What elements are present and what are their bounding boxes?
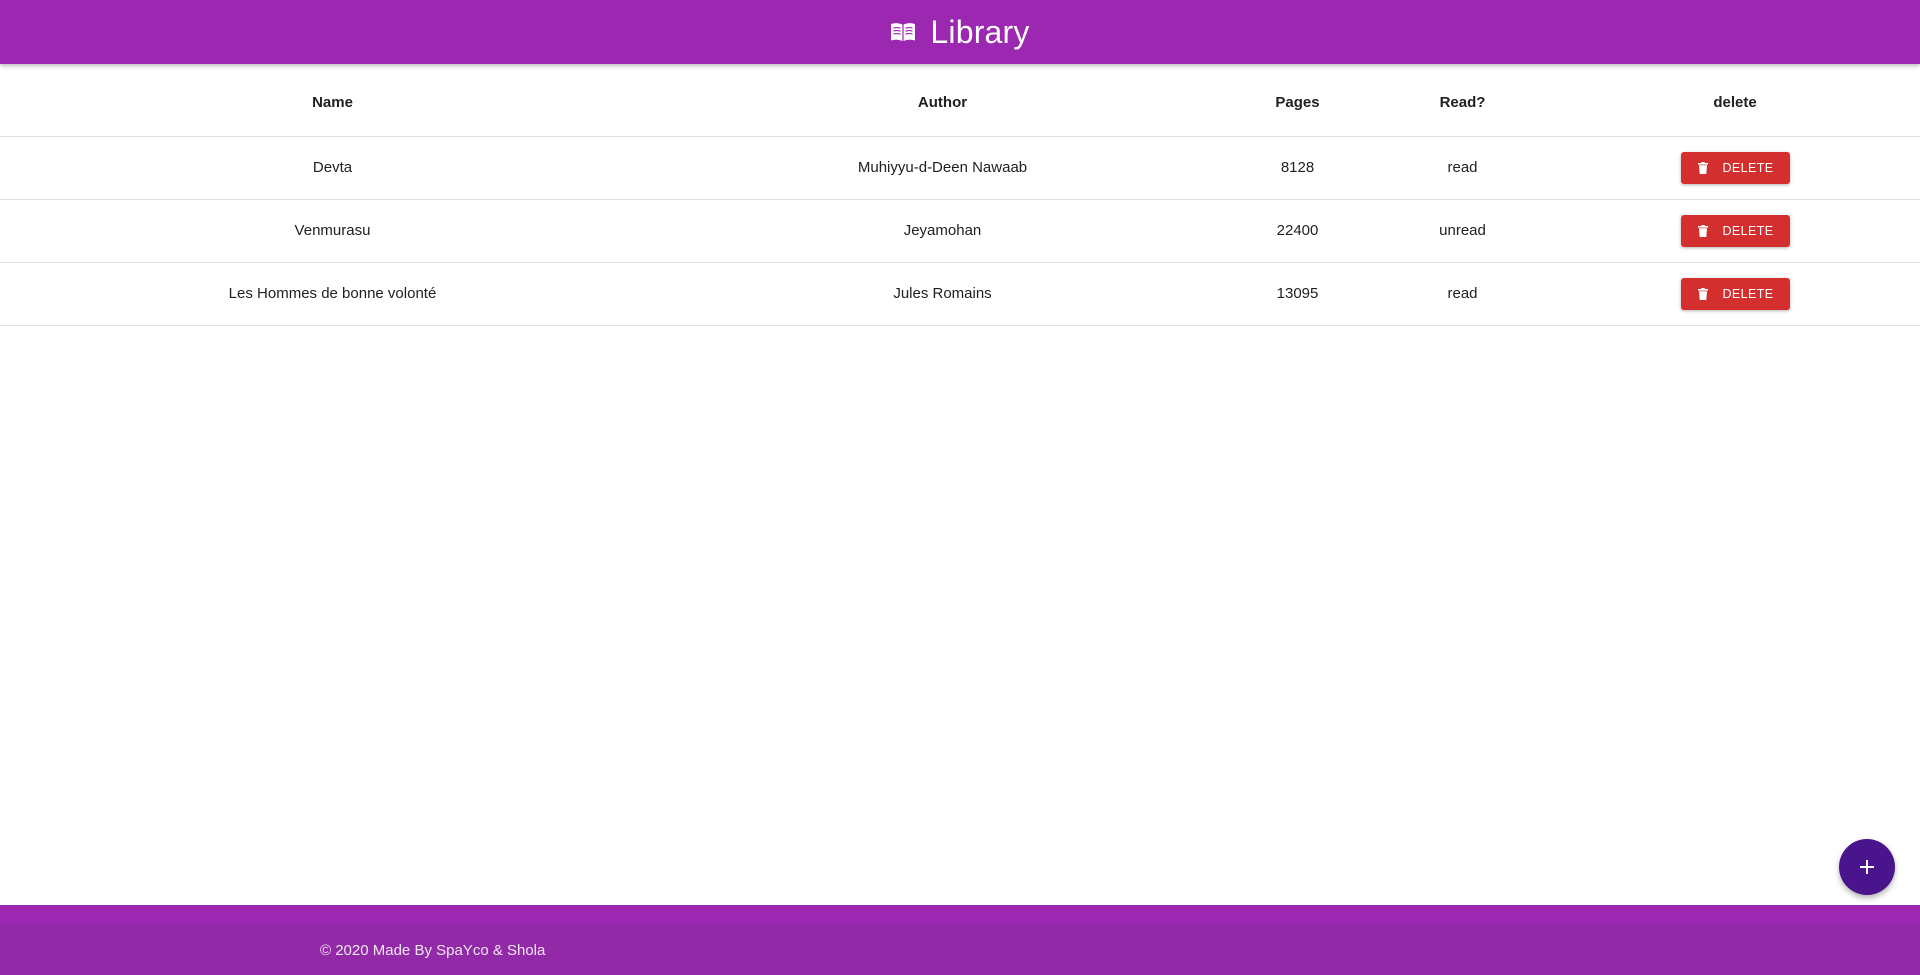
trash-icon	[1698, 224, 1709, 237]
footer: © 2020 Made By SpaYco & Shola	[0, 905, 1920, 975]
delete-button[interactable]: DELETE	[1680, 214, 1790, 247]
book-name: Les Hommes de bonne volonté	[0, 262, 665, 326]
book-read-status[interactable]: unread	[1375, 199, 1550, 263]
brand: Library	[890, 14, 1029, 51]
delete-button-label: DELETE	[1722, 160, 1774, 175]
library-table: Name Author Pages Read? delete Devta Muh…	[0, 64, 1920, 326]
book-pages: 13095	[1220, 262, 1375, 326]
delete-cell: DELETE	[1550, 199, 1920, 263]
column-header-pages: Pages	[1220, 64, 1375, 137]
book-name: Devta	[0, 136, 665, 200]
table-row: Venmurasu Jeyamohan 22400 unread DELETE	[0, 199, 1920, 263]
book-name: Venmurasu	[0, 199, 665, 263]
book-author: Jules Romains	[665, 262, 1220, 326]
library-table-container: Name Author Pages Read? delete Devta Muh…	[0, 64, 1920, 326]
footer-copyright: © 2020 Made By SpaYco & Shola	[320, 942, 546, 959]
book-pages: 8128	[1220, 136, 1375, 200]
delete-button[interactable]: DELETE	[1680, 277, 1790, 310]
plus-icon	[1859, 859, 1875, 875]
column-header-read: Read?	[1375, 64, 1550, 137]
book-author: Jeyamohan	[665, 199, 1220, 263]
app-bar: Library	[0, 0, 1920, 64]
book-open-icon	[890, 21, 916, 43]
book-read-status[interactable]: read	[1375, 262, 1550, 326]
book-read-status[interactable]: read	[1375, 136, 1550, 200]
trash-icon	[1698, 287, 1709, 300]
add-book-button[interactable]	[1839, 839, 1895, 895]
table-row: Les Hommes de bonne volonté Jules Romain…	[0, 262, 1920, 326]
delete-button[interactable]: DELETE	[1680, 151, 1790, 184]
table-header-row: Name Author Pages Read? delete	[0, 64, 1920, 137]
column-header-delete: delete	[1550, 64, 1920, 137]
app-title: Library	[930, 13, 1030, 50]
footer-bar	[0, 924, 1920, 975]
app: Library Name Author Pages Read? delete D…	[0, 0, 1920, 975]
delete-button-label: DELETE	[1722, 223, 1774, 238]
book-author: Muhiyyu-d-Deen Nawaab	[665, 136, 1220, 200]
column-header-name: Name	[0, 64, 665, 137]
column-header-author: Author	[665, 64, 1220, 137]
table-row: Devta Muhiyyu-d-Deen Nawaab 8128 read DE…	[0, 136, 1920, 200]
delete-cell: DELETE	[1550, 262, 1920, 326]
delete-button-label: DELETE	[1722, 286, 1774, 301]
trash-icon	[1698, 161, 1709, 174]
book-pages: 22400	[1220, 199, 1375, 263]
delete-cell: DELETE	[1550, 136, 1920, 200]
